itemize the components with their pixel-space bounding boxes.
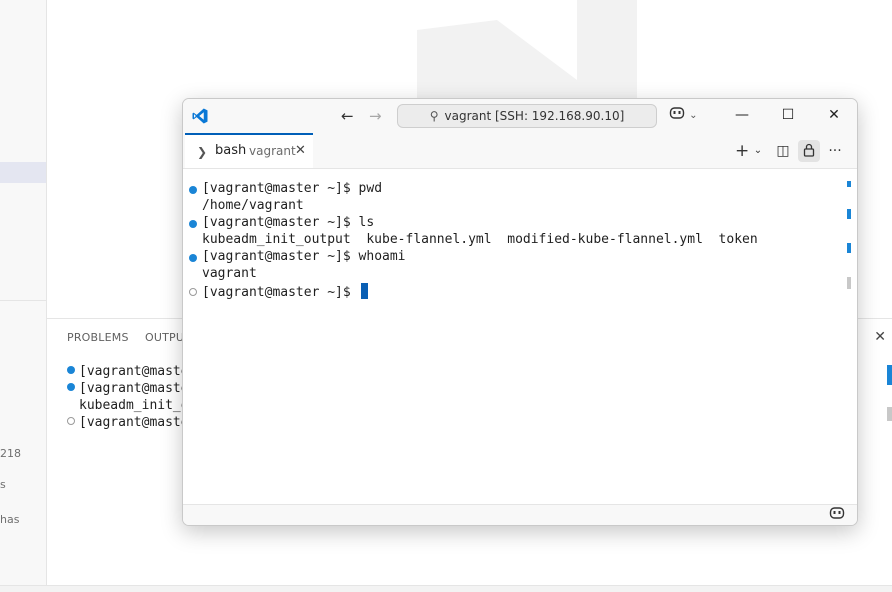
title-bar[interactable]: ← → ⚲ vagrant [SSH: 192.168.90.10] ⌄ — ☐ … bbox=[183, 99, 857, 133]
lock-icon bbox=[803, 143, 815, 157]
sidebar-fragment: has bbox=[0, 513, 20, 526]
command-status-dot bbox=[67, 366, 75, 374]
terminal-output-line: vagrant bbox=[202, 266, 257, 281]
command-status-dot[interactable] bbox=[189, 254, 197, 262]
tab-bash[interactable]: ❯ bash vagrant ✕ bbox=[185, 133, 313, 168]
copilot-icon bbox=[669, 107, 685, 119]
terminal-line: [vagrant@master ~]$ whoami bbox=[189, 249, 406, 264]
sidebar-selected-item[interactable] bbox=[0, 162, 46, 183]
tab-description: vagrant bbox=[249, 144, 296, 158]
scrollbar-thumb[interactable] bbox=[847, 277, 851, 289]
command-status-dot bbox=[67, 383, 75, 391]
scrollbar-marker bbox=[847, 181, 851, 187]
copilot-status-icon[interactable] bbox=[829, 506, 845, 524]
chevron-down-icon[interactable]: ⌄ bbox=[753, 140, 763, 162]
terminal-output-line: kubeadm_init_output kube-flannel.yml mod… bbox=[202, 232, 758, 247]
copilot-menu-icon[interactable]: ⌄ bbox=[669, 106, 698, 122]
terminal-output-line: /home/vagrant bbox=[202, 198, 304, 213]
terminal-line: [vagrant@master ~]$ pwd bbox=[189, 181, 382, 196]
status-bar bbox=[183, 504, 857, 525]
sidebar-fragment: s bbox=[0, 478, 6, 491]
command-status-dot bbox=[67, 417, 75, 425]
terminal-body[interactable]: [vagrant@master ~]$ pwd /home/vagrant [v… bbox=[183, 169, 857, 504]
terminal-window: ← → ⚲ vagrant [SSH: 192.168.90.10] ⌄ — ☐ … bbox=[182, 98, 858, 526]
scrollbar-marker bbox=[847, 243, 851, 253]
terminal-line: [vagrant@master ~]$ ls bbox=[189, 215, 374, 230]
command-center-search[interactable]: ⚲ vagrant [SSH: 192.168.90.10] bbox=[397, 104, 657, 128]
tab-close-icon[interactable]: ✕ bbox=[295, 135, 306, 167]
command-status-dot bbox=[189, 288, 197, 296]
vscode-logo-icon bbox=[192, 108, 208, 124]
terminal-tab-bar: ❯ bash vagrant ✕ + ⌄ ◫ ··· bbox=[183, 133, 857, 169]
background-status-bar bbox=[0, 585, 892, 592]
minimize-button[interactable]: — bbox=[731, 105, 753, 125]
terminal-input-line[interactable]: [vagrant@master ~]$ bbox=[189, 283, 368, 300]
scrollbar-marker bbox=[847, 209, 851, 219]
copilot-icon bbox=[829, 507, 845, 519]
lock-button[interactable] bbox=[798, 140, 820, 162]
more-actions-icon[interactable]: ··· bbox=[826, 140, 844, 162]
command-center-label: vagrant [SSH: 192.168.90.10] bbox=[444, 109, 625, 123]
terminal-cursor bbox=[360, 283, 368, 299]
command-status-dot[interactable] bbox=[189, 220, 197, 228]
scrollbar[interactable] bbox=[847, 181, 851, 291]
back-arrow-icon[interactable]: ← bbox=[341, 107, 354, 125]
tab-problems[interactable]: PROBLEMS bbox=[67, 331, 129, 344]
split-editor-icon[interactable]: ◫ bbox=[774, 140, 792, 162]
panel-close-icon[interactable]: ✕ bbox=[874, 329, 886, 345]
scrollbar-marker bbox=[887, 365, 892, 385]
tab-label: bash bbox=[215, 143, 247, 158]
background-sidebar: 218 s has bbox=[0, 0, 47, 592]
close-button[interactable]: ✕ bbox=[823, 105, 845, 125]
sidebar-fragment: 218 bbox=[0, 447, 21, 460]
maximize-button[interactable]: ☐ bbox=[777, 105, 799, 125]
command-status-dot[interactable] bbox=[189, 186, 197, 194]
sidebar-divider bbox=[0, 300, 46, 301]
new-terminal-button[interactable]: + bbox=[735, 140, 749, 162]
chevron-down-icon: ⌄ bbox=[689, 110, 698, 121]
scrollbar-marker bbox=[887, 407, 892, 421]
forward-arrow-icon[interactable]: → bbox=[369, 107, 382, 125]
terminal-icon: ❯ bbox=[197, 145, 208, 159]
search-icon: ⚲ bbox=[429, 109, 439, 123]
